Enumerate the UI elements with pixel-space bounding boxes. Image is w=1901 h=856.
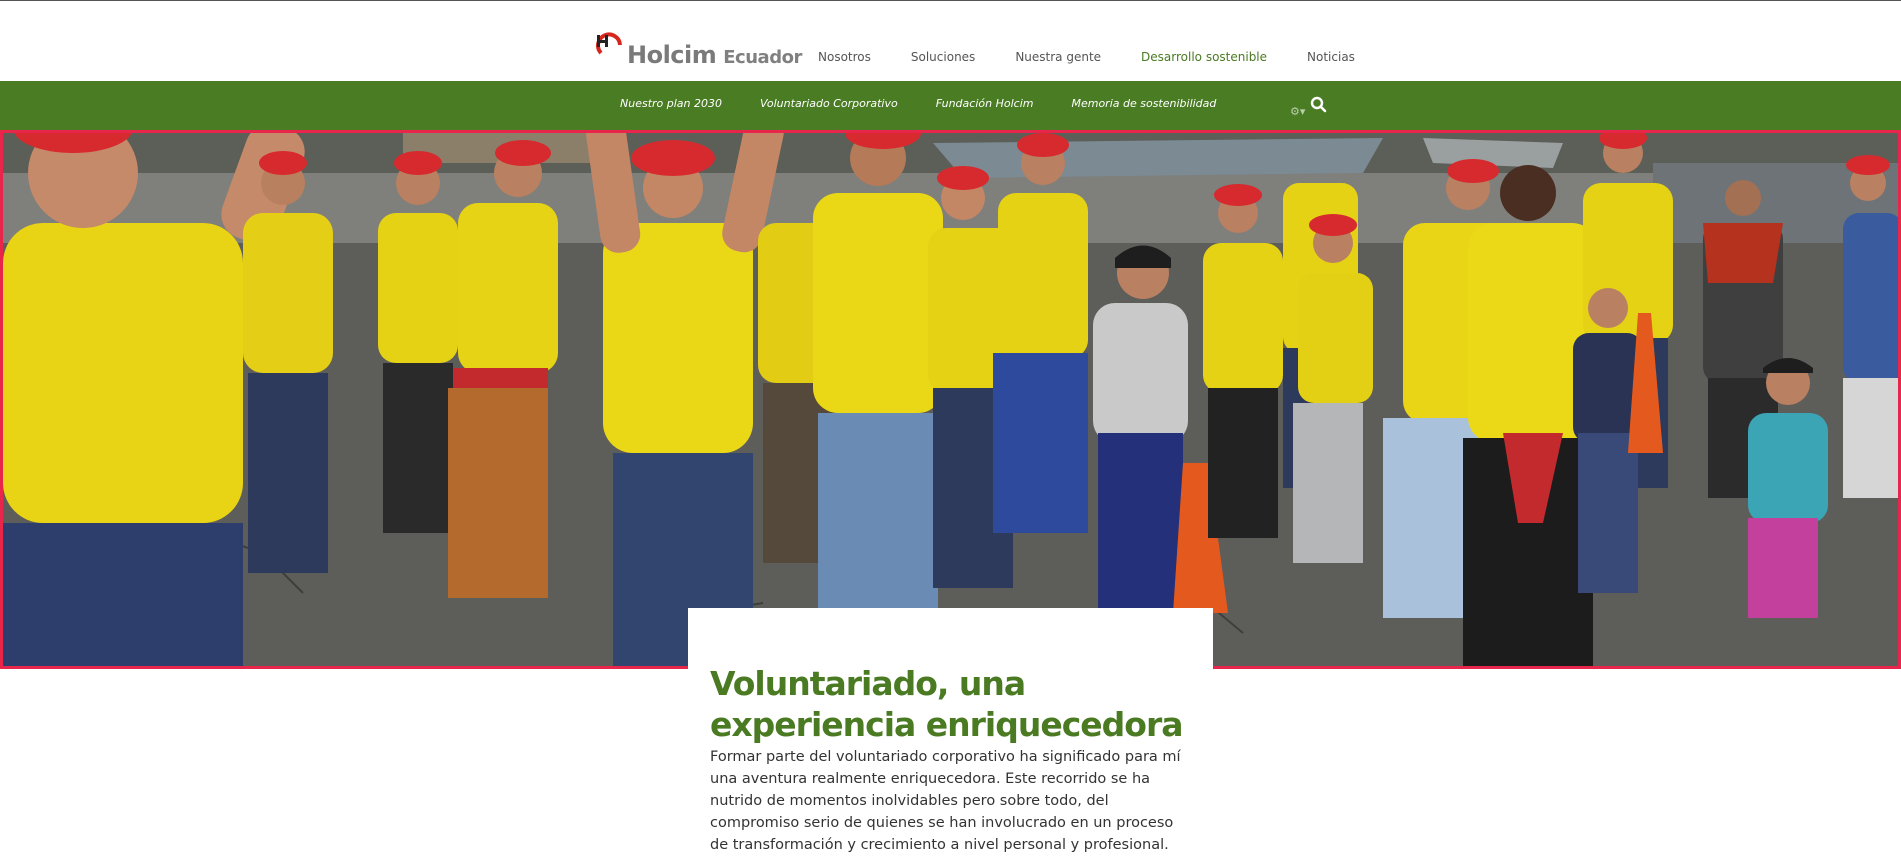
settings-icon[interactable]: ⚙▾ <box>1290 107 1305 118</box>
subnav-item-memoria[interactable]: Memoria de sostenibilidad <box>1071 97 1216 110</box>
site-header: Holcim Ecuador Nosotros Soluciones Nuest… <box>0 1 1901 81</box>
article-title: Voluntariado, una experiencia enriqueced… <box>710 664 1184 745</box>
search-icon[interactable] <box>1310 96 1327 113</box>
nav-item-noticias[interactable]: Noticias <box>1307 50 1355 64</box>
nav-item-nosotros[interactable]: Nosotros <box>818 50 871 64</box>
logo-brand-text: Holcim <box>627 41 717 69</box>
holcim-logo-icon <box>595 31 625 69</box>
subnav-item-voluntariado[interactable]: Voluntariado Corporativo <box>760 97 898 110</box>
article-body: Formar parte del voluntariado corporativ… <box>710 748 1181 853</box>
main-nav: Nosotros Soluciones Nuestra gente Desarr… <box>818 50 1395 64</box>
sub-nav-bar: Nuestro plan 2030 Voluntariado Corporati… <box>0 81 1901 130</box>
nav-item-desarrollo-sostenible[interactable]: Desarrollo sostenible <box>1141 50 1267 64</box>
logo-country-text: Ecuador <box>723 47 802 68</box>
subnav-item-fundacion[interactable]: Fundación Holcim <box>936 97 1034 110</box>
subnav-item-plan-2030[interactable]: Nuestro plan 2030 <box>620 97 722 110</box>
nav-item-nuestra-gente[interactable]: Nuestra gente <box>1015 50 1101 64</box>
holcim-logo[interactable]: Holcim Ecuador <box>595 19 802 69</box>
volunteers-photo-illustration <box>3 133 1898 666</box>
hero-image <box>0 130 1901 669</box>
nav-item-soluciones[interactable]: Soluciones <box>911 50 975 64</box>
